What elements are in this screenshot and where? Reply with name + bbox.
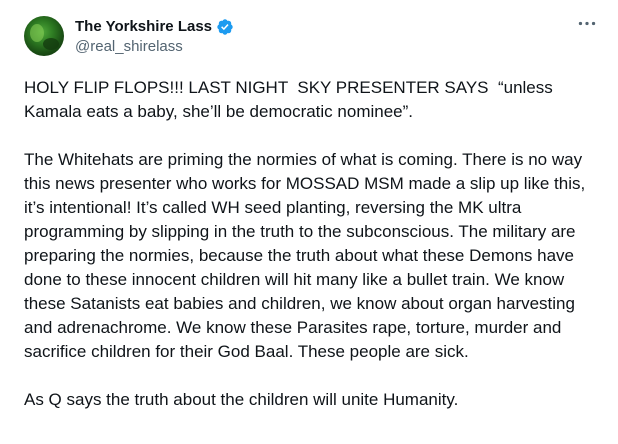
verified-badge-icon: [216, 18, 234, 36]
tweet-paragraph-3: As Q says the truth about the children w…: [24, 390, 459, 409]
tweet-paragraph-1: HOLY FLIP FLOPS!!! LAST NIGHT SKY PRESEN…: [24, 78, 558, 121]
author-block: The Yorkshire Lass @real_shirelass: [75, 14, 234, 55]
tweet-header: The Yorkshire Lass @real_shirelass: [24, 14, 598, 62]
author-handle[interactable]: @real_shirelass: [75, 38, 234, 55]
tweet: The Yorkshire Lass @real_shirelass HOLY …: [0, 0, 618, 444]
tweet-paragraph-2: The Whitehats are priming the normies of…: [24, 150, 590, 361]
tweet-text: HOLY FLIP FLOPS!!! LAST NIGHT SKY PRESEN…: [24, 76, 602, 412]
name-row: The Yorkshire Lass: [75, 17, 234, 36]
more-options-icon[interactable]: [576, 16, 598, 30]
avatar[interactable]: [24, 16, 64, 56]
display-name[interactable]: The Yorkshire Lass: [75, 18, 212, 35]
